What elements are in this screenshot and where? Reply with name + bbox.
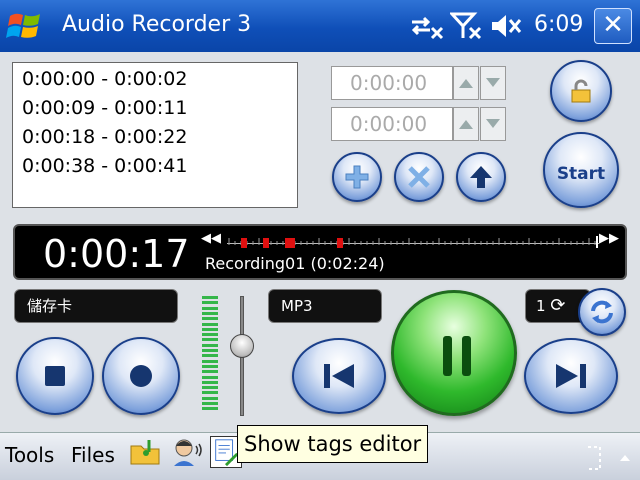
interval-marker [337, 238, 343, 248]
list-item[interactable]: 0:00:38 - 0:00:41 [13, 152, 297, 181]
keyboard-input-icon[interactable] [586, 441, 630, 475]
lock-icon [571, 79, 591, 103]
close-button[interactable]: ✕ [594, 8, 632, 44]
meter-segment [202, 370, 218, 374]
folder-music-icon[interactable] [129, 436, 161, 468]
x-icon [408, 166, 430, 188]
skip-forward-icon [556, 364, 586, 388]
record-icon [130, 365, 152, 387]
meter-segment [202, 354, 218, 358]
time-display: 0:00:17 ◀◀ ▶▶ Recording01 (0:02:24) [13, 224, 627, 280]
end-time-down-button[interactable] [480, 107, 506, 141]
recorder-panel: 0:00:00 - 0:00:02 0:00:09 - 0:00:11 0:00… [0, 52, 640, 432]
meter-segment [202, 380, 218, 384]
interval-marker [285, 238, 295, 248]
add-interval-button[interactable] [332, 152, 382, 202]
format-selector[interactable]: MP3 [268, 289, 382, 323]
start-time-up-button[interactable] [453, 66, 479, 100]
meter-segment [202, 375, 218, 379]
interval-marker [263, 238, 269, 248]
forward-icon[interactable]: ▶▶ [599, 231, 619, 246]
meter-segment [202, 396, 218, 400]
list-item[interactable]: 0:00:18 - 0:00:22 [13, 123, 297, 152]
meter-segment [202, 402, 218, 405]
start-time-down-button[interactable] [480, 66, 506, 100]
meter-segment [202, 359, 218, 363]
track-ticks [228, 236, 598, 248]
user-speaking-icon[interactable] [172, 436, 204, 468]
start-button-label: Start [556, 164, 606, 184]
pause-icon [443, 336, 471, 376]
title-bar: Audio Recorder 3 6:09 ✕ [0, 0, 640, 52]
meter-segment [202, 311, 218, 315]
repeat-count: 1 [536, 297, 546, 315]
volume-slider-knob[interactable] [230, 334, 254, 358]
meter-segment [202, 306, 218, 310]
windows-start-icon[interactable] [6, 8, 44, 44]
down-arrow-icon [486, 119, 500, 128]
down-arrow-icon [486, 78, 500, 87]
menu-files[interactable]: Files [71, 443, 115, 467]
next-button[interactable] [524, 338, 618, 414]
previous-button[interactable] [292, 338, 386, 414]
meter-segment [202, 364, 218, 368]
end-time-field[interactable]: 0:00:00 [331, 107, 453, 141]
meter-segment [202, 391, 218, 395]
window-title: Audio Recorder 3 [62, 12, 252, 37]
signal-off-icon[interactable] [450, 12, 484, 40]
interval-marker [241, 238, 247, 248]
interval-list[interactable]: 0:00:00 - 0:00:02 0:00:09 - 0:00:11 0:00… [12, 62, 298, 208]
rewind-icon[interactable]: ◀◀ [201, 231, 221, 246]
upload-button[interactable] [456, 152, 506, 202]
skip-back-icon [324, 364, 354, 388]
list-item[interactable]: 0:00:00 - 0:00:02 [13, 65, 297, 94]
repeat-button[interactable] [578, 288, 626, 336]
storage-selector[interactable]: 儲存卡 [14, 289, 178, 323]
list-item[interactable]: 0:00:09 - 0:00:11 [13, 94, 297, 123]
remove-interval-button[interactable] [394, 152, 444, 202]
start-button[interactable]: Start [543, 132, 619, 208]
refresh-icon [591, 300, 613, 324]
meter-segment [202, 322, 218, 326]
volume-muted-icon[interactable] [490, 12, 524, 40]
up-arrow-icon [470, 166, 492, 188]
up-arrow-icon [459, 79, 473, 88]
meter-segment [202, 317, 218, 321]
plus-icon [345, 165, 369, 189]
recording-filename: Recording01 (0:02:24) [205, 254, 385, 273]
up-arrow-icon [459, 120, 473, 129]
elapsed-time: 0:00:17 [43, 232, 190, 276]
position-track[interactable] [227, 236, 599, 248]
meter-segment [202, 327, 218, 331]
start-time-field[interactable]: 0:00:00 [331, 66, 453, 100]
level-meter [202, 296, 218, 414]
connectivity-icon[interactable] [410, 12, 444, 40]
meter-segment [202, 333, 218, 337]
meter-segment [202, 349, 218, 352]
stop-icon [45, 366, 65, 386]
lock-button[interactable] [550, 60, 612, 122]
meter-segment [202, 338, 218, 342]
meter-segment [202, 301, 218, 305]
tooltip: Show tags editor [237, 425, 429, 463]
clock[interactable]: 6:09 [534, 12, 583, 37]
meter-segment [202, 343, 218, 347]
meter-segment [202, 407, 218, 411]
end-time-up-button[interactable] [453, 107, 479, 141]
menu-tools[interactable]: Tools [5, 443, 54, 467]
stop-button[interactable] [16, 337, 94, 415]
repeat-small-icon: ⟳ [550, 295, 566, 316]
pause-button[interactable] [391, 290, 517, 416]
record-button[interactable] [102, 337, 180, 415]
meter-segment [202, 296, 218, 299]
meter-segment [202, 386, 218, 390]
